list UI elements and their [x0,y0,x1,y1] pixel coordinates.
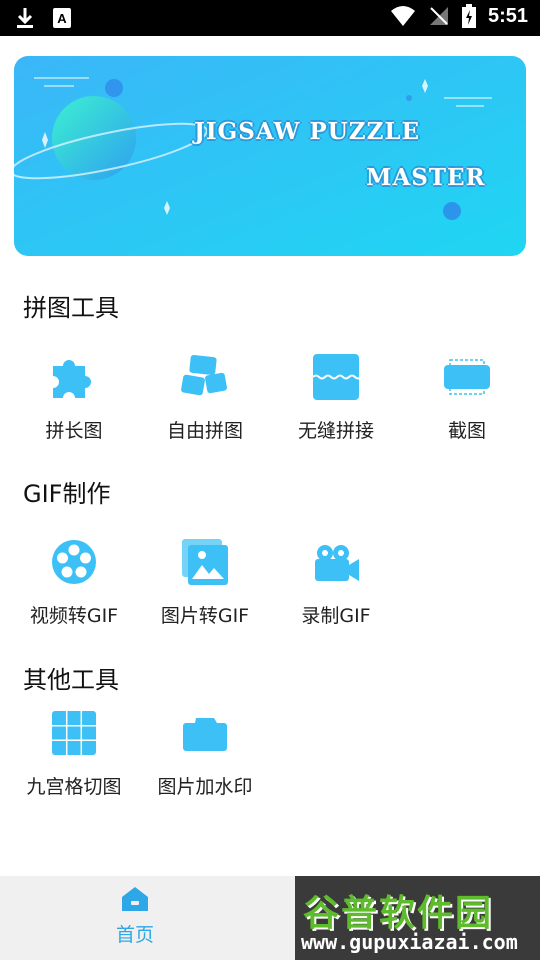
puzzle-piece-icon [53,360,91,398]
svg-text:A: A [57,11,67,26]
home-icon [122,887,148,911]
grid-icon [52,711,96,755]
tool-label: 截图 [447,420,486,442]
banner-background [14,56,526,256]
tool-label: 无缝拼接 [297,420,374,442]
tool-label: 拼长图 [45,420,103,442]
tool-long-image[interactable]: 拼长图 [8,352,140,443]
tool-screenshot[interactable]: 截图 [401,352,533,443]
download-icon [17,8,33,28]
status-bar: A 5:51 [0,0,540,36]
wifi-icon [390,6,415,26]
tool-label: 录制GIF [301,605,371,627]
watermark-text: 谷普软件园 [303,893,494,934]
tool-nine-grid[interactable]: 九宫格切图 [8,708,140,799]
tool-label: 图片转GIF [160,605,250,627]
tool-free-collage[interactable]: 自由拼图 [139,352,271,443]
tool-video-to-gif[interactable]: 视频转GIF [8,537,140,628]
status-time: 5:51 [487,4,528,27]
images-icon [182,539,228,585]
tool-seamless-stitch[interactable]: 无缝拼接 [270,352,402,443]
section-title-collage-tools: 拼图工具 [23,294,119,322]
tool-label: 视频转GIF [29,605,119,627]
tool-image-to-gif[interactable]: 图片转GIF [139,537,271,628]
tool-label: 图片加水印 [157,776,253,798]
section-title-gif: GIF制作 [23,480,111,508]
nav-home-label: 首页 [115,924,154,946]
free-collage-icon [181,354,227,396]
watermark-url: www.gupuxiazai.com [301,930,518,954]
banner-title-line2: MASTER [366,164,486,191]
tool-label: 九宫格切图 [26,776,122,798]
tool-watermark[interactable]: 图片加水印 [139,708,271,799]
no-signal-icon [429,7,448,25]
tool-label: 自由拼图 [166,420,243,442]
a-icon: A [53,8,71,28]
video-camera-icon [315,545,359,581]
film-reel-icon [52,540,96,584]
nav-tab-home[interactable]: 首页 [100,884,170,947]
battery-charging-icon [461,4,476,28]
seamless-stitch-icon [312,354,361,400]
tool-record-gif[interactable]: 录制GIF [270,537,402,628]
site-watermark: 谷普软件园 www.gupuxiazai.com [295,876,540,960]
camera-icon [183,718,227,751]
promo-banner[interactable]: JIGSAW PUZZLE MASTER [14,56,526,256]
screenshot-icon [444,359,490,395]
section-title-other-tools: 其他工具 [23,666,119,694]
banner-title-line1: JIGSAW PUZZLE [194,118,421,145]
